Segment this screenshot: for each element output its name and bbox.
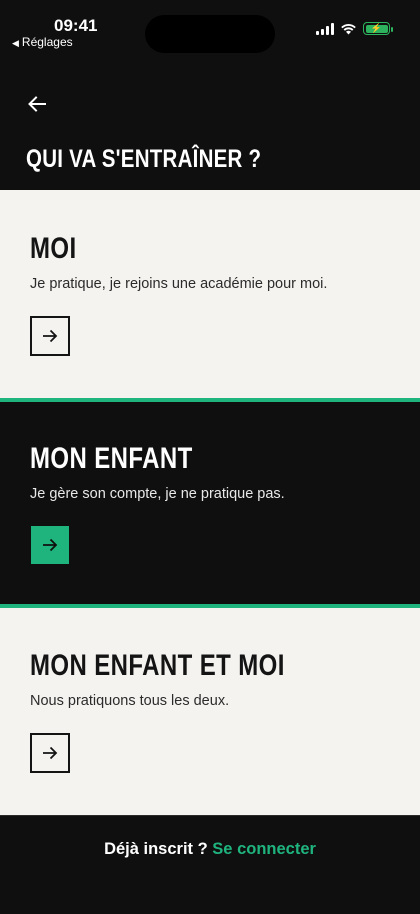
select-mon-enfant-button[interactable] [31, 526, 69, 564]
select-moi-button[interactable] [30, 316, 70, 356]
arrow-right-icon [43, 329, 58, 343]
page-title: QUI VA S'ENTRAÎNER ? [26, 145, 262, 173]
arrow-right-icon [43, 538, 58, 552]
login-link[interactable]: Se connecter [212, 840, 316, 858]
battery-icon: ⚡ [363, 22, 393, 35]
dynamic-island [145, 15, 275, 53]
footer: Déjà inscrit ? Se connecter [0, 815, 420, 914]
option-title: MOI [30, 232, 77, 265]
option-description: Je gère son compte, je ne pratique pas. [30, 486, 285, 502]
system-icons: ⚡ [316, 22, 393, 35]
back-app-label: Réglages [21, 35, 73, 49]
login-prompt: Déjà inscrit ? Se connecter [0, 840, 420, 859]
already-registered-text: Déjà inscrit ? [104, 840, 208, 858]
option-title: MON ENFANT ET MOI [30, 649, 285, 682]
page-header: QUI VA S'ENTRAÎNER ? [0, 60, 420, 190]
back-triangle-icon: ◀ [12, 38, 19, 48]
option-card-mon-enfant[interactable]: MON ENFANT Je gère son compte, je ne pra… [0, 402, 420, 604]
option-card-moi[interactable]: MOI Je pratique, je rejoins une académie… [0, 190, 420, 398]
option-description: Je pratique, je rejoins une académie pou… [30, 276, 328, 292]
status-time: 09:41 [54, 16, 98, 35]
option-card-mon-enfant-et-moi[interactable]: MON ENFANT ET MOI Nous pratiquons tous l… [0, 608, 420, 815]
arrow-left-icon[interactable] [26, 93, 48, 115]
option-description: Nous pratiquons tous les deux. [30, 693, 230, 709]
select-mon-enfant-et-moi-button[interactable] [30, 733, 70, 773]
option-title: MON ENFANT [30, 442, 193, 475]
wifi-icon [341, 23, 356, 34]
back-to-app-link[interactable]: ◀ Réglages [12, 35, 73, 49]
cellular-signal-icon [316, 22, 334, 35]
arrow-right-icon [43, 746, 58, 760]
status-bar: 09:41 ◀ Réglages ⚡ [0, 0, 420, 60]
